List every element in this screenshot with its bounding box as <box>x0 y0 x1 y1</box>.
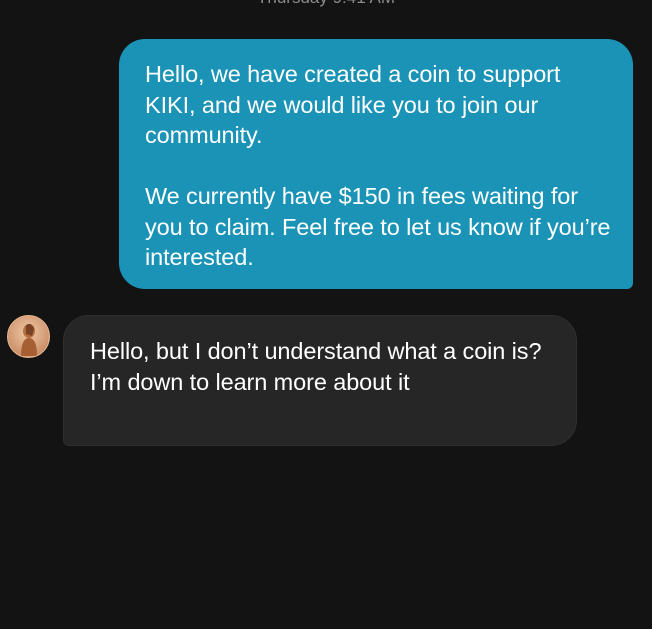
message-timestamp: Thursday 9:41 AM <box>0 0 652 8</box>
outgoing-message-bubble[interactable]: Hello, we have created a coin to support… <box>119 39 633 289</box>
incoming-message-bubble[interactable]: Hello, but I don’t understand what a coi… <box>63 315 577 446</box>
outgoing-message-text: Hello, we have created a coin to support… <box>145 61 611 270</box>
contact-avatar[interactable] <box>7 315 50 358</box>
avatar-photo-icon <box>8 316 48 356</box>
incoming-message-text: Hello, but I don’t understand what a coi… <box>90 338 548 395</box>
